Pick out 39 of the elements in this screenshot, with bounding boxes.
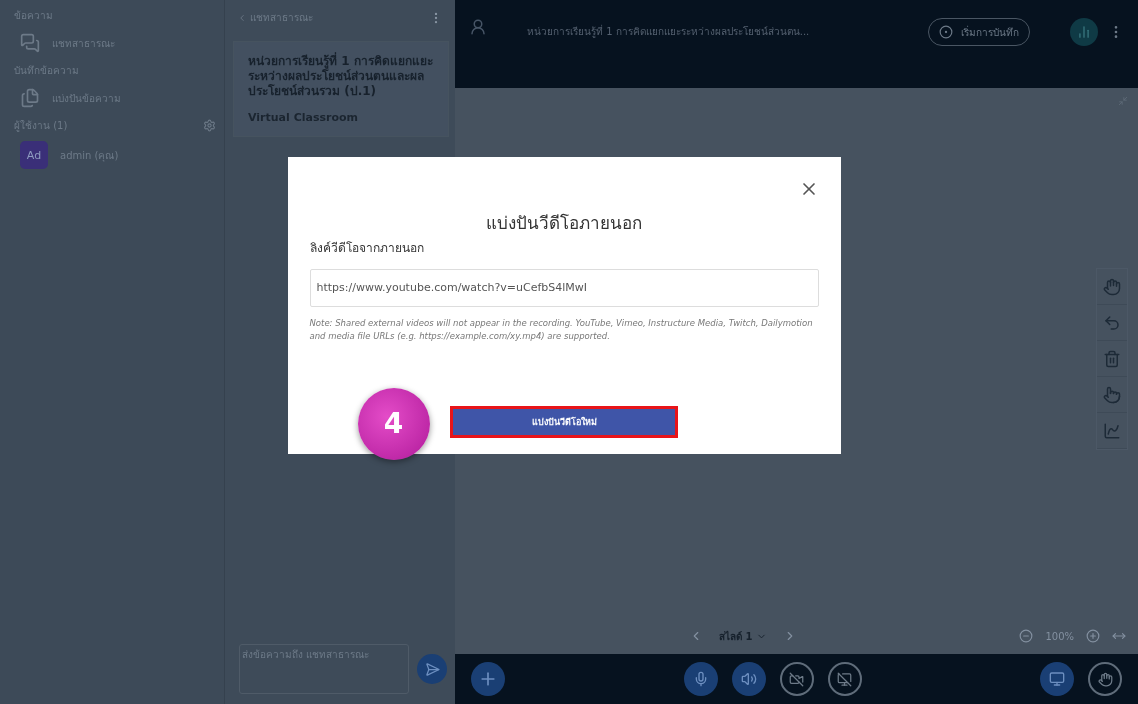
chevron-left-icon [237, 12, 247, 23]
send-button[interactable] [417, 654, 447, 684]
trash-icon [1103, 349, 1121, 368]
note-text: Note: Shared external videos will not appear in the recording. YouTube, Vimeo, Instructure Media, Twitch, Dailymotion and media file URLs (e.g. https://example.com/xy.mp4) are supported. [309, 316, 814, 343]
hand-icon [1103, 277, 1121, 296]
pointing-hand-icon [1103, 385, 1121, 404]
hand-icon [1097, 671, 1113, 687]
url-field[interactable]: https://www.youtube.com/watch?v=uCefbS4lMwI [309, 268, 819, 307]
user-avatar: Ad [20, 141, 48, 169]
audio-button[interactable] [731, 662, 766, 696]
line-chart-icon [1103, 421, 1121, 440]
camera-off-icon [789, 671, 804, 687]
raise-hand-button[interactable] [1088, 662, 1122, 696]
speaker-icon [740, 671, 757, 687]
connection-status-button[interactable] [1070, 18, 1098, 46]
zoom-level: 100% [1045, 630, 1074, 642]
send-icon [424, 661, 440, 677]
screen-off-icon [837, 671, 852, 687]
signal-bars-icon [1077, 25, 1091, 39]
presentation-title: หน่วยการเรียนรู้ที่ 1 การคิดแยกแยะระหว่างผลประโยชน์ส่วนตน... [526, 23, 811, 39]
screen-share-button[interactable] [827, 662, 862, 696]
users-toggle-icon[interactable] [469, 18, 487, 36]
dialog-title: แบ่งปันวีดีโอภายนอก [485, 211, 643, 235]
step-badge: 4 [357, 387, 430, 460]
documents-icon [20, 88, 40, 108]
chat-bubbles-icon [20, 33, 40, 53]
record-dot-icon [939, 25, 953, 39]
zoom-out-icon[interactable] [1019, 629, 1034, 643]
camera-button[interactable] [779, 662, 814, 696]
share-video-button[interactable]: แบ่งปันวีดีโอใหม่ [453, 408, 675, 435]
monitor-icon [1049, 671, 1065, 687]
settings-icon[interactable] [203, 119, 216, 132]
add-button[interactable] [471, 662, 505, 696]
zoom-in-icon[interactable] [1086, 629, 1100, 643]
undo-icon [1103, 313, 1121, 332]
fullscreen-icon[interactable] [1118, 96, 1128, 106]
microphone-button[interactable] [683, 662, 718, 696]
field-label: ลิงค์วีดีโอจากภายนอก [309, 239, 425, 257]
presentation-button[interactable] [1040, 662, 1074, 696]
